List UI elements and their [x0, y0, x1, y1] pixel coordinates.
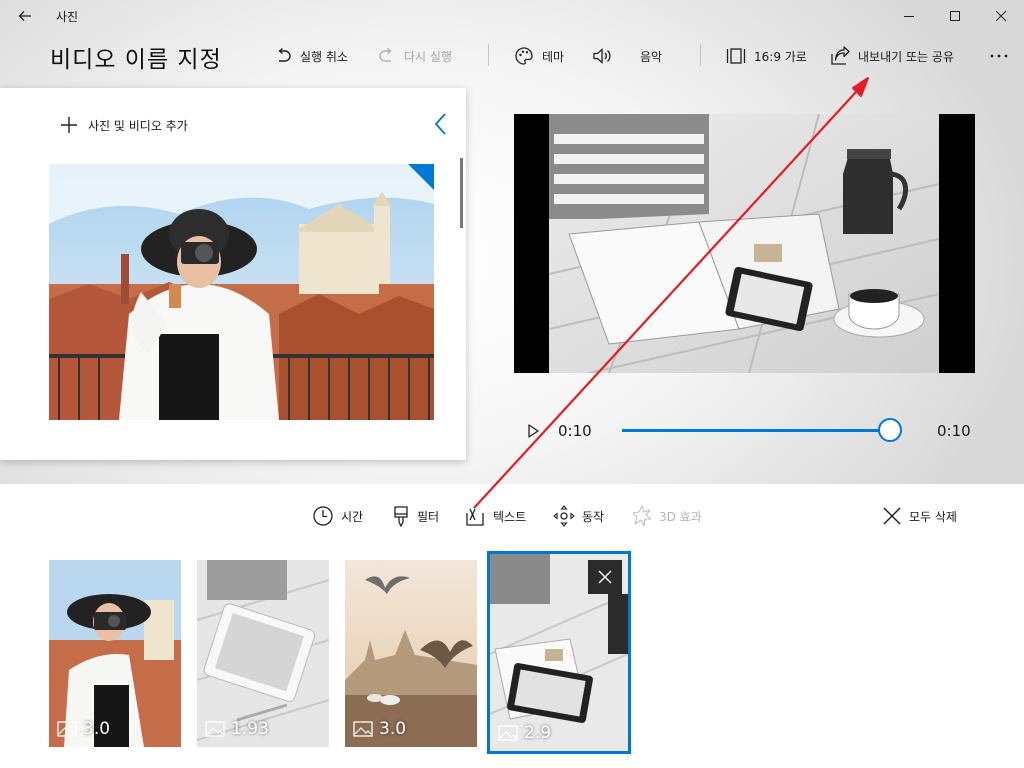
app-title: 사진 [56, 10, 79, 24]
maximize-icon [950, 11, 960, 21]
close-icon [995, 10, 1007, 22]
image-icon [498, 725, 518, 741]
chevron-left-icon [434, 113, 446, 135]
delete-all-button[interactable]: 모두 삭제 [882, 504, 957, 528]
more-icon [990, 54, 1008, 58]
preview-frame-desk-image [549, 114, 939, 373]
image-icon [205, 721, 225, 737]
clip-duration: 1.93 [231, 719, 269, 739]
theme-button[interactable]: 테마 [514, 40, 564, 72]
project-library-panel: 사진 및 비디오 추가 [0, 88, 466, 460]
added-to-project-corner-indicator [408, 164, 434, 190]
clip-duration-badge: 1.93 [205, 719, 269, 739]
speaker-icon [593, 48, 611, 64]
theme-label: 테마 [542, 49, 565, 64]
delete-all-label: 모두 삭제 [909, 509, 957, 524]
clip-duration-badge: 3.0 [57, 719, 110, 739]
collapse-library-button[interactable] [432, 112, 452, 136]
more-options-button[interactable] [988, 40, 1010, 72]
palette-icon [515, 47, 533, 65]
close-window-button[interactable] [978, 0, 1024, 32]
clip-duration: 3.0 [83, 719, 111, 739]
seek-bar-fill [622, 429, 890, 432]
add-photos-videos-label: 사진 및 비디오 추가 [88, 118, 188, 133]
motion-icon [553, 505, 575, 527]
project-title[interactable]: 비디오 이름 지정 [50, 40, 222, 74]
play-icon [528, 424, 539, 438]
redo-label: 다시 실행 [404, 49, 452, 64]
photo-woman-camera-image [49, 164, 434, 420]
clock-icon [313, 506, 333, 526]
filters-label: 필터 [417, 509, 440, 524]
text-icon [466, 508, 484, 526]
music-label-button[interactable]: 음악 [640, 40, 662, 72]
undo-label: 실행 취소 [300, 49, 348, 64]
text-button[interactable]: 텍스트 [464, 504, 526, 528]
library-scrollbar[interactable] [460, 158, 463, 228]
motion-button[interactable]: 동작 [553, 504, 604, 528]
storyboard-clip-2[interactable]: 1.93 [197, 560, 329, 747]
3d-effects-icon [632, 505, 652, 527]
3d-effects-label: 3D 효과 [659, 509, 702, 524]
export-share-label: 내보내기 또는 공유 [858, 49, 954, 64]
undo-icon [278, 47, 291, 62]
remove-clip-button[interactable] [588, 560, 622, 594]
motion-label: 동작 [582, 509, 605, 524]
x-icon [883, 507, 901, 525]
duration-label: 시간 [341, 509, 364, 524]
storyboard-clip-3[interactable]: 3.0 [345, 560, 477, 747]
brush-icon [394, 506, 408, 527]
seek-thumb[interactable] [878, 418, 902, 442]
clip-duration-badge: 2.9 [498, 723, 551, 743]
library-photo-woman-camera[interactable] [49, 164, 434, 420]
storyboard-clip-1[interactable]: 3.0 [49, 560, 181, 747]
aspect-ratio-label: 16:9 가로 [754, 49, 807, 64]
share-icon [831, 46, 850, 65]
clip-duration: 3.0 [379, 719, 407, 739]
clip-duration-badge: 3.0 [353, 719, 406, 739]
video-preview[interactable] [514, 114, 975, 373]
music-label: 음악 [640, 49, 663, 64]
seek-bar[interactable] [622, 429, 890, 432]
minimize-button[interactable] [886, 0, 932, 32]
add-photos-videos-button[interactable]: 사진 및 비디오 추가 [60, 114, 188, 136]
clip-duration: 2.9 [524, 723, 552, 743]
aspect-ratio-button[interactable]: 16:9 가로 [726, 40, 807, 72]
text-label: 텍스트 [493, 509, 527, 524]
maximize-button[interactable] [932, 0, 978, 32]
minimize-icon [904, 16, 914, 17]
total-time: 0:10 [937, 422, 971, 440]
redo-icon [379, 47, 392, 62]
toolbar-divider [700, 44, 701, 66]
close-icon [598, 570, 612, 584]
image-icon [353, 721, 373, 737]
play-button[interactable] [522, 420, 544, 442]
current-time: 0:10 [558, 422, 592, 440]
aspect-ratio-icon [726, 48, 746, 64]
image-icon [57, 721, 77, 737]
export-share-button[interactable]: 내보내기 또는 공유 [830, 40, 954, 72]
3d-effects-button[interactable]: 3D 효과 [632, 504, 702, 528]
storyboard-clip-4-selected[interactable]: 2.9 [487, 551, 631, 754]
toolbar-divider [488, 44, 489, 66]
filters-button[interactable]: 필터 [392, 504, 439, 528]
music-button[interactable] [592, 40, 614, 72]
duration-button[interactable]: 시간 [312, 504, 363, 528]
redo-button[interactable]: 다시 실행 [378, 40, 452, 72]
plus-icon [61, 117, 77, 133]
back-button[interactable] [2, 0, 48, 32]
back-arrow-icon [18, 11, 31, 21]
undo-button[interactable]: 실행 취소 [274, 40, 348, 72]
